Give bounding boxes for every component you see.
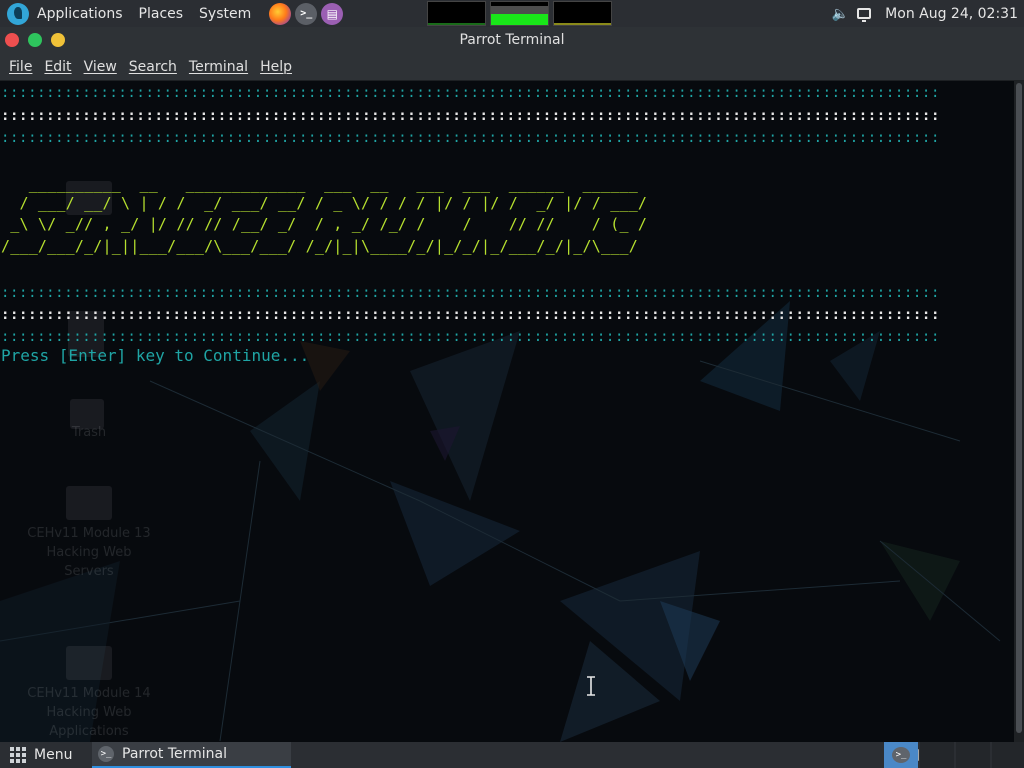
close-button[interactable] bbox=[5, 33, 19, 47]
parrot-logo-icon[interactable] bbox=[7, 2, 29, 25]
cpu-monitor bbox=[427, 1, 486, 26]
separator-line: ::::::::::::::::::::::::::::::::::::::::… bbox=[1, 85, 940, 101]
desktop-label-module14: CEHv11 Module 14 Hacking Web Application… bbox=[27, 686, 151, 739]
ascii-banner-line: __________ __ _____________ ___ __ ___ _… bbox=[1, 175, 638, 193]
menu-label: Menu bbox=[34, 747, 73, 763]
network-monitor bbox=[553, 1, 612, 26]
desktop-label-module13: CEHv11 Module 13 Hacking Web Servers bbox=[27, 526, 151, 579]
terminal-area[interactable]: Trash CEHv11 Module 13 Hacking Web Serve… bbox=[0, 81, 1014, 742]
taskbar-item-parrot-terminal[interactable]: >_ Parrot Terminal bbox=[92, 742, 291, 768]
menu-file[interactable]: File bbox=[3, 59, 38, 75]
ascii-banner-line: /___/___/_/|_||___/___/\___/___/ /_/|_|\… bbox=[1, 237, 638, 255]
terminal-icon: >_ bbox=[98, 746, 114, 762]
system-menu[interactable]: System bbox=[191, 0, 259, 27]
memory-monitor bbox=[490, 1, 549, 26]
folder-icon bbox=[66, 486, 112, 520]
menu-view[interactable]: View bbox=[78, 59, 123, 75]
window-titlebar[interactable]: Parrot Terminal bbox=[0, 27, 1024, 53]
ascii-banner-line: _\ \/ _// , _/ |/ // // /__/ _/ / , _/ /… bbox=[1, 215, 648, 233]
maximize-button[interactable] bbox=[28, 33, 42, 47]
grid-menu-icon bbox=[10, 747, 26, 763]
workspace-2[interactable] bbox=[920, 742, 954, 768]
desktop-label-trash: Trash bbox=[71, 425, 107, 440]
separator-line: ::::::::::::::::::::::::::::::::::::::::… bbox=[1, 329, 940, 345]
terminal-icon: >_ bbox=[892, 747, 910, 763]
system-tray: 🔈 Mon Aug 24, 02:31 bbox=[832, 0, 1018, 27]
terminal-scrollbar[interactable] bbox=[1014, 81, 1024, 742]
minimize-button[interactable] bbox=[51, 33, 65, 47]
desktop: Applications Places System >_ ▤ 🔈 Mon Au… bbox=[0, 0, 1024, 768]
menu-search[interactable]: Search bbox=[123, 59, 183, 75]
menu-edit[interactable]: Edit bbox=[38, 59, 77, 75]
text-editor-icon[interactable]: ▤ bbox=[321, 2, 344, 25]
system-monitor[interactable] bbox=[427, 1, 612, 26]
applications-menu[interactable]: Applications bbox=[35, 0, 131, 27]
firefox-icon[interactable] bbox=[269, 2, 292, 25]
clock[interactable]: Mon Aug 24, 02:31 bbox=[885, 6, 1018, 22]
workspace-3[interactable] bbox=[956, 742, 990, 768]
text-cursor-icon bbox=[587, 676, 595, 696]
separator-line: ::::::::::::::::::::::::::::::::::::::::… bbox=[1, 130, 940, 146]
continue-prompt: Press [Enter] key to Continue... bbox=[1, 346, 310, 365]
bottom-panel: Menu >_ Parrot Terminal >_ bbox=[0, 742, 1024, 768]
workspace-1[interactable]: >_ bbox=[884, 742, 918, 768]
window-title: Parrot Terminal bbox=[459, 32, 565, 48]
menu-terminal[interactable]: Terminal bbox=[183, 59, 254, 75]
menu-help[interactable]: Help bbox=[254, 59, 298, 75]
separator-line: ::::::::::::::::::::::::::::::::::::::::… bbox=[1, 108, 940, 124]
places-menu[interactable]: Places bbox=[131, 0, 192, 27]
task-label: Parrot Terminal bbox=[122, 746, 228, 762]
terminal-icon[interactable]: >_ bbox=[295, 2, 318, 25]
top-panel: Applications Places System >_ ▤ 🔈 Mon Au… bbox=[0, 0, 1024, 27]
separator-line: ::::::::::::::::::::::::::::::::::::::::… bbox=[1, 285, 940, 301]
volume-icon[interactable]: 🔈 bbox=[832, 6, 849, 22]
workspace-4[interactable] bbox=[992, 742, 1024, 768]
display-icon[interactable] bbox=[857, 8, 872, 22]
folder-icon bbox=[66, 646, 112, 680]
separator-line: ::::::::::::::::::::::::::::::::::::::::… bbox=[1, 307, 940, 323]
menu-button[interactable]: Menu bbox=[0, 742, 72, 768]
terminal-window: Parrot Terminal File Edit View Search Te… bbox=[0, 27, 1024, 742]
scrollbar-thumb[interactable] bbox=[1016, 83, 1022, 733]
ascii-banner-line: / ___/ __/ \ | / / _/ ___/ __/ / _ \/ / … bbox=[1, 194, 648, 212]
menubar: File Edit View Search Terminal Help bbox=[0, 53, 1024, 81]
